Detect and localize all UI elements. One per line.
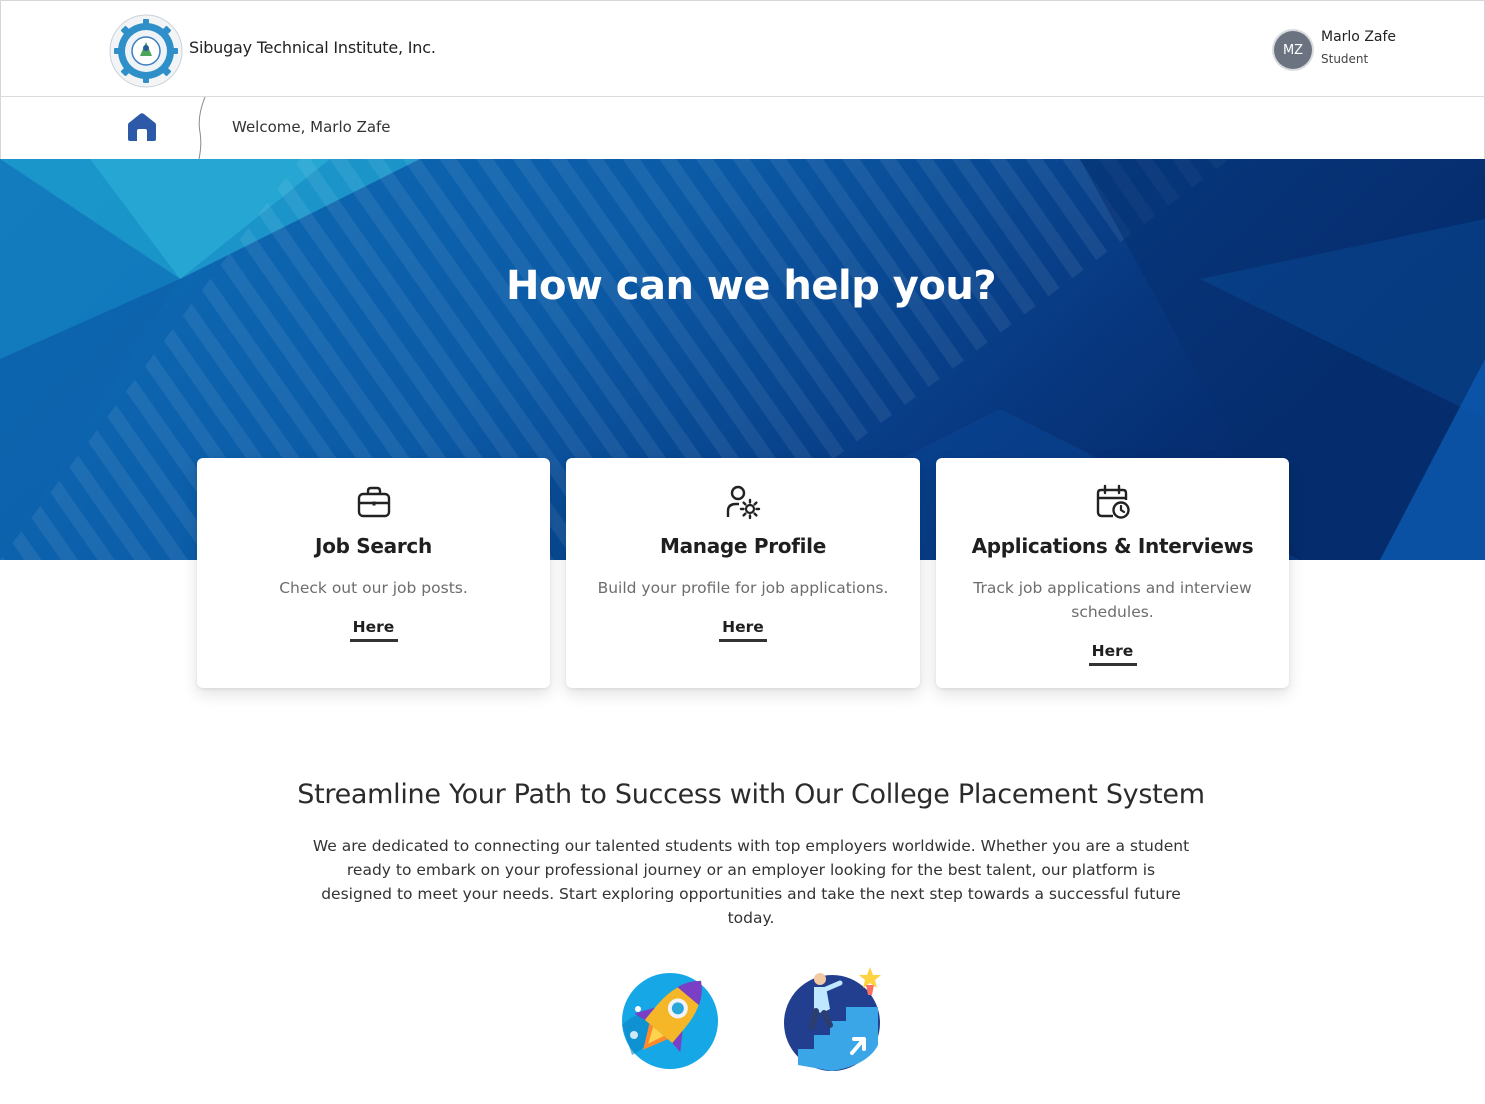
card-description: Track job applications and interview sch…: [973, 579, 1252, 621]
card-description: Build your profile for job applications.: [597, 579, 889, 597]
user-name[interactable]: Marlo Zafe: [1321, 29, 1396, 45]
card-description: Check out our job posts.: [279, 579, 468, 597]
breadcrumb: Welcome, Marlo Zafe: [0, 97, 1485, 159]
breadcrumb-separator: [198, 97, 206, 159]
card-job-search[interactable]: Job Search Check out our job posts. Here: [197, 458, 550, 688]
job-search-here-link[interactable]: Here: [349, 618, 398, 642]
welcome-text: Welcome, Marlo Zafe: [232, 118, 391, 136]
user-gear-icon: [726, 485, 761, 520]
calendar-clock-icon: [1096, 484, 1130, 519]
card-manage-profile[interactable]: Manage Profile Build your profile for jo…: [566, 458, 920, 688]
home-icon[interactable]: [126, 112, 158, 142]
stairs-success-illustration: [784, 967, 881, 1071]
hero-title: How can we help you?: [505, 263, 997, 309]
card-title: Job Search: [315, 534, 432, 558]
section-title: Streamline Your Path to Success with Our…: [297, 779, 1205, 810]
top-header: Sibugay Technical Institute, Inc. MZ Mar…: [0, 0, 1485, 97]
applications-here-link[interactable]: Here: [1088, 642, 1137, 666]
briefcase-icon: [357, 486, 390, 518]
user-role: Student: [1321, 52, 1369, 66]
manage-profile-here-link[interactable]: Here: [719, 618, 767, 642]
rocket-illustration: [622, 973, 718, 1069]
section-text: We are dedicated to connecting our talen…: [312, 837, 1190, 927]
card-title: Manage Profile: [659, 534, 826, 558]
avatar[interactable]: MZ: [1274, 31, 1312, 69]
institute-logo[interactable]: [109, 14, 183, 88]
card-applications-interviews[interactable]: Applications & Interviews Track job appl…: [936, 458, 1289, 688]
card-title: Applications & Interviews: [971, 534, 1254, 558]
brand-name: Sibugay Technical Institute, Inc.: [189, 38, 436, 57]
